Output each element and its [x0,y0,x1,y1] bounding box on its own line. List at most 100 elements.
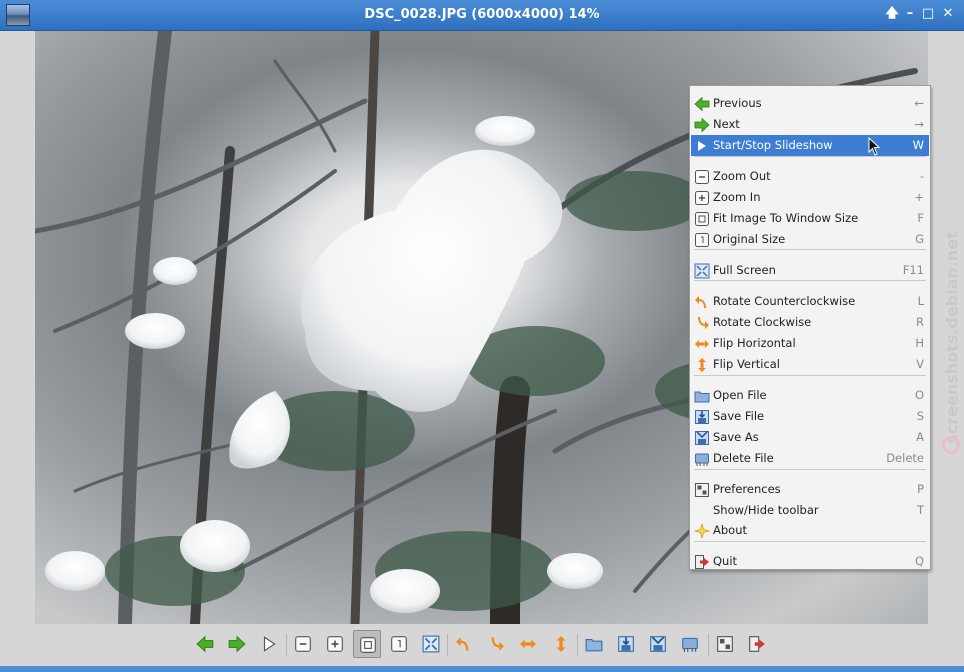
toolbar-separator [708,634,709,656]
menu-item-save-file[interactable]: Save File S [691,406,929,427]
fit-window-icon [360,637,376,653]
menu-item-original-size[interactable]: Original Size G [691,229,929,250]
menu-item-shortcut: H [915,336,924,350]
zoom-out-button[interactable] [289,630,317,658]
delete-file-button[interactable] [676,630,704,658]
menu-item-label: Show/Hide toolbar [713,503,819,517]
fullscreen-icon [422,635,440,653]
close-button[interactable]: ✕ [940,6,956,22]
menu-separator [694,375,926,376]
menu-item-label: Original Size [713,232,786,246]
menu-item-shortcut: - [919,169,924,183]
menu-item-full-screen[interactable]: Full Screen F11 [691,260,929,281]
menu-item-label: Start/Stop Slideshow [713,138,833,152]
play-icon [694,138,710,154]
menu-item-label: Open File [713,388,767,402]
menu-item-shortcut: W [912,138,924,152]
previous-button[interactable] [191,630,219,658]
maximize-button[interactable]: □ [920,6,936,22]
flip-vertical-icon [556,636,566,652]
menu-item-shortcut: L [917,294,924,308]
preferences-button[interactable] [711,630,739,658]
menu-item-shortcut: + [914,190,924,204]
debian-swirl-icon [942,436,960,454]
rotate-ccw-icon [456,637,469,651]
flip-horizontal-button[interactable] [514,630,542,658]
menu-item-rotate-clockwise[interactable]: Rotate Clockwise R [691,312,929,333]
menu-item-rotate-counterclockwise[interactable]: Rotate Counterclockwise L [691,291,929,312]
original-size-icon [694,232,710,248]
keep-above-button[interactable]: 🡅 [884,6,900,22]
rotate-cw-icon [491,637,504,651]
menu-separator [694,280,926,281]
menu-item-fit-image-to-window-size[interactable]: Fit Image To Window Size F [691,208,929,229]
menu-item-shortcut: Q [914,554,924,568]
flip-vertical-button[interactable] [547,630,575,658]
menu-item-shortcut: A [916,430,924,444]
menu-item-label: Zoom Out [713,169,771,183]
menu-item-label: Flip Vertical [713,357,781,371]
menu-item-flip-horizontal[interactable]: Flip Horizontal H [691,333,929,354]
save-as-icon [650,636,666,652]
open-file-button[interactable] [580,630,608,658]
rotate-ccw-button[interactable] [450,630,478,658]
quit-button[interactable] [743,630,771,658]
menu-item-about[interactable]: About [691,520,929,541]
menu-item-shortcut: ← [914,96,924,110]
zoom-in-button[interactable] [321,630,349,658]
menu-item-start-stop-slideshow[interactable]: Start/Stop Slideshow W [691,135,929,156]
fullscreen-button[interactable] [417,630,445,658]
toolbar-separator [577,634,578,656]
menu-item-label: Full Screen [713,263,776,277]
menu-item-preferences[interactable]: Preferences P [691,479,929,500]
menu-item-label: Fit Image To Window Size [713,211,859,225]
fit-window-button[interactable] [353,630,381,658]
menu-separator [694,156,926,157]
rotate-ccw-icon [694,294,710,310]
zoom-in-icon [327,636,343,652]
zoom-out-icon [694,169,710,185]
menu-item-shortcut: O [914,388,924,402]
next-button[interactable] [223,630,251,658]
menu-item-open-file[interactable]: Open File O [691,385,929,406]
menu-item-flip-vertical[interactable]: Flip Vertical V [691,354,929,375]
zoom-out-icon [295,636,311,652]
menu-item-zoom-out[interactable]: Zoom Out - [691,166,929,187]
save-file-button[interactable] [612,630,640,658]
menu-item-save-as[interactable]: Save As A [691,427,929,448]
menu-item-label: Preferences [713,482,781,496]
menu-separator [694,541,926,542]
quit-icon [749,636,765,652]
save-icon [618,636,634,652]
menu-item-zoom-in[interactable]: Zoom In + [691,187,929,208]
arrow-right-icon [694,117,710,133]
menu-item-shortcut: G [915,232,924,246]
menu-item-previous[interactable]: Previous ← [691,93,929,114]
save-as-button[interactable] [644,630,672,658]
menu-item-shortcut: → [914,117,924,131]
preferences-icon [694,482,710,498]
menu-item-shortcut: V [916,357,924,371]
mouse-cursor-icon [868,137,881,156]
title-bar[interactable]: DSC_0028.JPG (6000x4000) 14% 🡅 – □ ✕ [0,0,964,31]
menu-item-shortcut: F11 [902,263,924,277]
watermark: screenshots.debian.net [940,220,964,460]
menu-item-quit[interactable]: Quit Q [691,551,929,572]
context-menu: Previous ← Next → Start/Stop Slideshow W Zoom … [689,85,931,570]
menu-item-label: Rotate Counterclockwise [713,294,856,308]
minimize-button[interactable]: – [902,6,918,22]
flip-horizontal-icon [520,639,536,649]
menu-item-show-hide-toolbar[interactable]: Show/Hide toolbar T [691,500,929,521]
open-folder-icon [585,638,603,652]
flip-vertical-icon [694,357,710,373]
arrow-left-icon [196,635,214,653]
original-size-button[interactable] [385,630,413,658]
rotate-cw-button[interactable] [482,630,510,658]
window-title: DSC_0028.JPG (6000x4000) 14% [364,7,600,22]
fullscreen-icon [694,263,710,279]
slideshow-button[interactable] [255,630,283,658]
menu-item-delete-file[interactable]: Delete File Delete [691,448,929,469]
open-folder-icon [694,388,710,404]
arrow-right-icon [228,635,246,653]
menu-item-next[interactable]: Next → [691,114,929,135]
